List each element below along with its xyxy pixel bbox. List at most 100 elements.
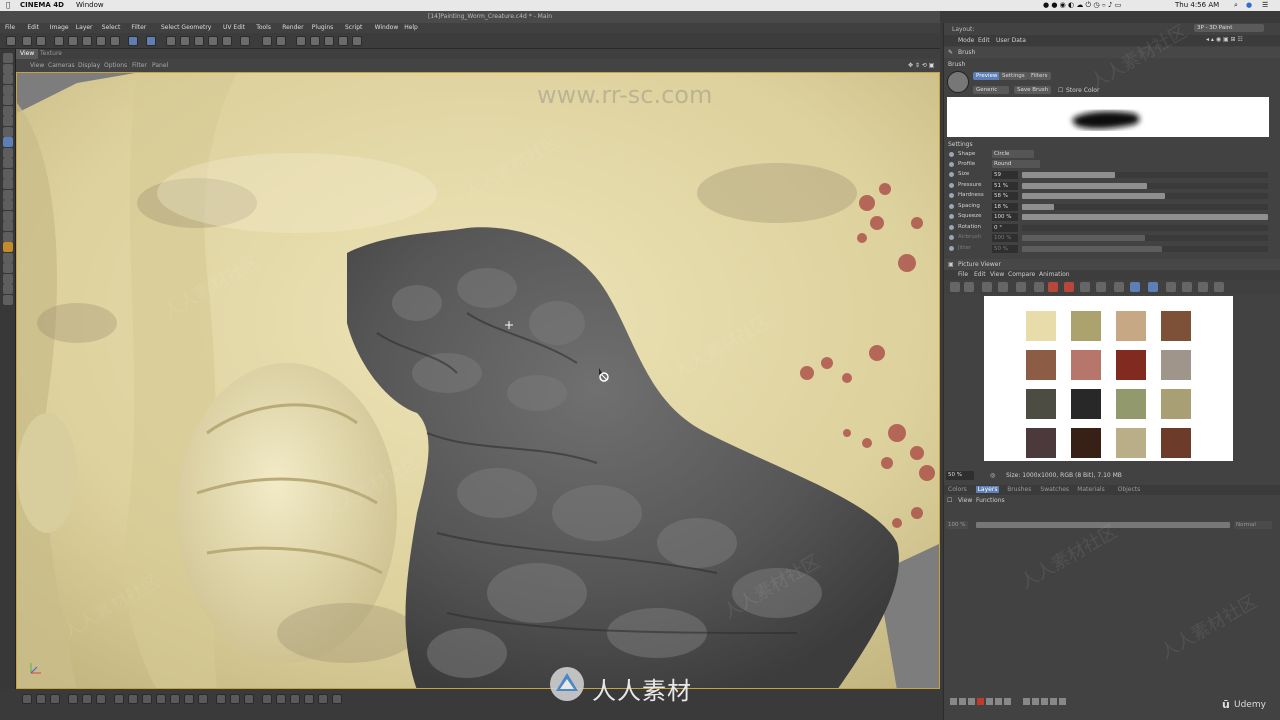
tab-brush-settings[interactable]: Settings	[999, 72, 1028, 80]
toolbar-tool-icon[interactable]	[128, 36, 138, 46]
bottom-tool-icon[interactable]	[36, 694, 46, 704]
menu-item-filter[interactable]: Filter	[131, 24, 146, 31]
rotation-keyframe-icon[interactable]	[949, 224, 954, 230]
toolbar-tool-icon[interactable]	[6, 36, 16, 46]
mac-app-name[interactable]: CINEMA 4D	[20, 1, 64, 9]
bottom-tool-icon[interactable]	[68, 694, 78, 704]
brush-preset-dropdown[interactable]: Generic	[973, 86, 1009, 94]
picture-viewer-tool-icon[interactable]	[1130, 282, 1140, 292]
tab-brush-preview[interactable]: Preview	[973, 72, 1001, 80]
left-tool-icon[interactable]	[3, 242, 13, 252]
pv-menu-animation[interactable]: Animation	[1039, 271, 1070, 278]
toolbar-tool-icon[interactable]	[96, 36, 106, 46]
left-tool-icon[interactable]	[3, 284, 13, 294]
pv-menu-view[interactable]: View	[990, 271, 1004, 278]
attr-menu-user-data[interactable]: User Data	[996, 37, 1026, 44]
tab-objects[interactable]: Objects	[1116, 486, 1143, 493]
squeeze-value-field[interactable]: 100 %	[992, 213, 1018, 221]
pv-bottom-icon[interactable]	[1050, 698, 1057, 705]
bottom-tool-icon[interactable]	[318, 694, 328, 704]
menu-item-layer[interactable]: Layer	[76, 24, 93, 31]
color-swatch[interactable]	[1026, 428, 1056, 458]
squeeze-slider[interactable]	[1022, 214, 1268, 220]
toolbar-tool-icon[interactable]	[22, 36, 32, 46]
left-tool-icon[interactable]	[3, 74, 13, 84]
left-tool-icon[interactable]	[3, 231, 13, 242]
left-tool-icon[interactable]	[3, 210, 13, 221]
bottom-tool-icon[interactable]	[276, 694, 286, 704]
picture-viewer-tool-icon[interactable]	[1198, 282, 1208, 292]
toolbar-tool-icon[interactable]	[180, 36, 190, 46]
opacity-field[interactable]: 100 %	[946, 521, 968, 529]
picture-viewer-tool-icon[interactable]	[1034, 282, 1044, 292]
tab-brush-filters[interactable]: Filters	[1028, 72, 1051, 80]
pv-bottom-icon[interactable]	[1041, 698, 1048, 705]
attr-nav-icons[interactable]: ◂ ▴ ◉ ▣ ⊞ ☷	[1206, 36, 1243, 43]
left-tool-icon[interactable]	[3, 179, 13, 189]
toolbar-tool-icon[interactable]	[194, 36, 204, 46]
tab-swatches[interactable]: Swatches	[1038, 486, 1071, 493]
airbrush-keyframe-icon[interactable]	[949, 235, 954, 240]
pv-menu-edit[interactable]: Edit	[974, 271, 986, 278]
pv-bottom-icon[interactable]	[1059, 698, 1066, 705]
jitter-value-field[interactable]: 50 %	[992, 244, 1018, 253]
bottom-tool-icon[interactable]	[304, 694, 314, 704]
mac-window-menu[interactable]: Window	[76, 1, 104, 9]
viewport-menu-options[interactable]: Options	[104, 62, 127, 69]
picture-viewer-tool-icon[interactable]	[1016, 282, 1026, 292]
spacing-value-field[interactable]: 18 %	[992, 202, 1018, 211]
jitter-keyframe-icon[interactable]	[949, 245, 954, 251]
pv-bottom-icon[interactable]	[1004, 698, 1011, 705]
layer-menu-checkbox[interactable]: ☐	[947, 497, 952, 504]
viewport-menu-panel[interactable]: Panel	[152, 62, 168, 69]
bottom-tool-icon[interactable]	[114, 694, 124, 704]
toolbar-tool-icon[interactable]	[240, 36, 250, 46]
color-swatch[interactable]	[1161, 350, 1191, 380]
toolbar-tool-icon[interactable]	[146, 36, 156, 46]
rotation-value-field[interactable]: 0 °	[992, 223, 1018, 232]
zoom-field[interactable]: 50 %	[946, 471, 974, 480]
color-swatch[interactable]	[1071, 350, 1101, 380]
bottom-tool-icon[interactable]	[184, 694, 194, 704]
toolbar-tool-icon[interactable]	[338, 36, 348, 46]
profile-dropdown[interactable]: Round	[992, 160, 1040, 168]
left-tool-icon[interactable]	[3, 200, 13, 210]
color-swatch[interactable]	[1116, 428, 1146, 458]
left-tool-icon[interactable]	[3, 158, 13, 168]
pv-bottom-icon[interactable]	[977, 698, 984, 705]
size-slider[interactable]	[1022, 172, 1268, 178]
size-value-field[interactable]: 59	[992, 171, 1018, 179]
toolbar-tool-icon[interactable]	[324, 36, 334, 46]
airbrush-value-field[interactable]: 100 %	[992, 234, 1018, 242]
toolbar-tool-icon[interactable]	[82, 36, 92, 46]
picture-viewer-tool-icon[interactable]	[1048, 282, 1058, 292]
toolbar-tool-icon[interactable]	[276, 36, 286, 46]
brush-thumbnail[interactable]	[947, 71, 969, 93]
color-swatch[interactable]	[1026, 311, 1056, 341]
viewport-menu-display[interactable]: Display	[78, 62, 100, 69]
jitter-slider[interactable]	[1022, 245, 1268, 252]
menu-item-file[interactable]: File	[5, 24, 15, 31]
bottom-tool-icon[interactable]	[128, 694, 138, 704]
bottom-tool-icon[interactable]	[22, 694, 32, 704]
save-brush-button[interactable]: Save Brush	[1014, 86, 1052, 94]
pv-bottom-icon[interactable]	[1032, 698, 1039, 705]
tab-view[interactable]: View	[16, 49, 39, 59]
left-tool-icon[interactable]	[3, 53, 13, 63]
menu-extras-icon[interactable]: ☰	[1262, 1, 1268, 9]
profile-keyframe-icon[interactable]	[949, 162, 954, 167]
bottom-tool-icon[interactable]	[96, 694, 106, 704]
hardness-keyframe-icon[interactable]	[949, 193, 954, 198]
viewport-nav-icons[interactable]: ✥ ⇕ ⟲ ▣	[908, 62, 934, 69]
picture-viewer-tool-icon[interactable]	[950, 282, 960, 292]
tab-materials[interactable]: Materials	[1075, 486, 1107, 493]
apple-icon[interactable]: 	[6, 1, 10, 9]
pv-bottom-icon[interactable]	[968, 698, 975, 705]
layer-menu-view[interactable]: View	[958, 497, 972, 504]
menu-item-tools[interactable]: Tools	[256, 24, 271, 31]
left-tool-icon[interactable]	[3, 84, 13, 95]
left-tool-icon[interactable]	[3, 126, 13, 137]
menu-item-plugins[interactable]: Plugins	[312, 24, 334, 31]
left-tool-icon[interactable]	[3, 263, 13, 273]
pressure-value-field[interactable]: 51 %	[992, 181, 1018, 190]
